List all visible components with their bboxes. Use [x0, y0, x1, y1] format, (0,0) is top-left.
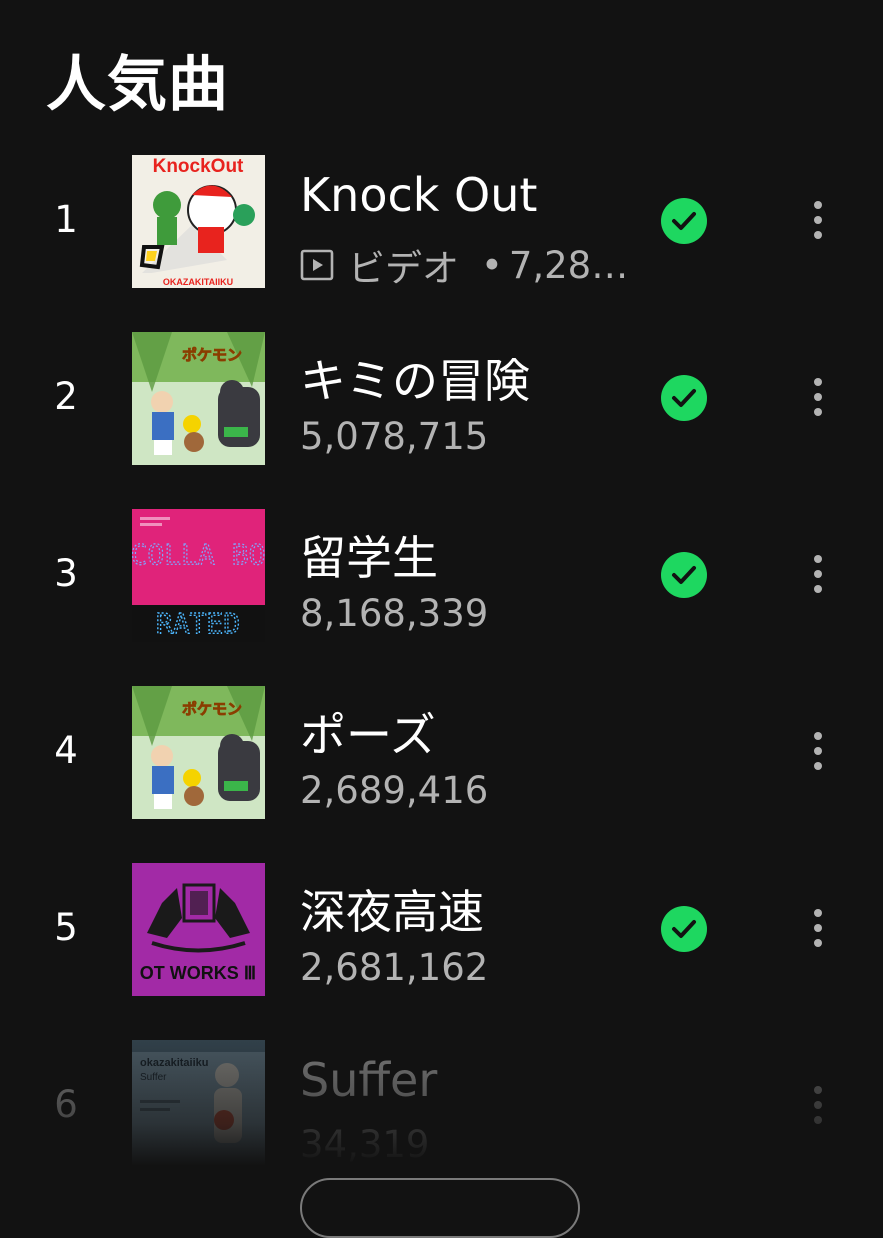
play-count: 7,28… [508, 243, 629, 287]
album-cover: ポケモン [132, 332, 265, 465]
more-options-icon[interactable] [798, 544, 838, 604]
more-options-icon[interactable] [798, 1075, 838, 1135]
track-row[interactable]: 4 ポケモン ポーズ 2,689,416 [0, 681, 883, 858]
track-row[interactable]: 2 ポケモン キミの冒険 5,078,715 [0, 327, 883, 504]
play-count: 5,078,715 [300, 415, 489, 458]
track-title: ポーズ [300, 708, 436, 762]
separator-dot: • [481, 243, 503, 287]
track-title: 深夜高速 [300, 885, 484, 939]
cover-caption: Suffer [140, 1072, 167, 1083]
track-subtitle: 2,681,162 [300, 946, 488, 989]
album-cover: COLLA BO RATED [132, 509, 265, 642]
album-cover: OT WORKS Ⅲ [132, 863, 265, 996]
track-subtitle: ビデオ • 7,28… [300, 238, 628, 292]
track-subtitle: 2,689,416 [300, 769, 488, 812]
play-count: 2,681,162 [300, 946, 489, 989]
video-icon [300, 249, 334, 281]
video-label: ビデオ [348, 247, 459, 290]
track-subtitle: 34,319 [300, 1123, 429, 1166]
cover-caption: OKAZAKITAIIKU [163, 277, 233, 287]
downloaded-check-icon [661, 375, 707, 421]
cover-caption: RATED [156, 607, 240, 640]
cover-text: okazakitaiiku [140, 1057, 208, 1069]
track-rank: 2 [54, 375, 78, 418]
play-count: 34,319 [300, 1123, 430, 1166]
cover-text: KnockOut [153, 156, 244, 177]
play-count: 2,689,416 [300, 769, 489, 812]
show-more-button[interactable] [300, 1178, 580, 1238]
track-row[interactable]: 5 OT WORKS Ⅲ 深夜高速 2,681,162 [0, 858, 883, 1035]
more-options-icon[interactable] [798, 367, 838, 427]
more-options-icon[interactable] [798, 721, 838, 781]
play-count: 8,168,339 [300, 592, 489, 635]
cover-caption: OT WORKS Ⅲ [140, 963, 256, 983]
more-options-icon[interactable] [798, 190, 838, 250]
album-cover: ポケモン [132, 686, 265, 819]
cover-text: COLLA BO [132, 538, 265, 571]
downloaded-check-icon [661, 552, 707, 598]
track-title: Suffer [300, 1053, 438, 1107]
downloaded-check-icon [661, 198, 707, 244]
track-rank: 5 [54, 906, 78, 949]
track-title: Knock Out [300, 168, 538, 222]
svg-text:ポケモン: ポケモン [182, 700, 242, 718]
popular-tracks-list: 1 KnockOut OKAZAKITAIIKU Knock Out ビデオ •… [0, 150, 883, 1212]
track-subtitle: 8,168,339 [300, 592, 488, 635]
svg-text:ポケモン: ポケモン [182, 346, 242, 364]
track-title: キミの冒険 [300, 354, 530, 408]
album-cover: KnockOut OKAZAKITAIIKU [132, 155, 265, 288]
track-rank: 4 [54, 729, 78, 772]
track-title: 留学生 [300, 531, 438, 585]
track-row[interactable]: 3 COLLA BO RATED 留学生 8,168,339 [0, 504, 883, 681]
track-rank: 6 [54, 1083, 78, 1126]
track-rank: 1 [54, 198, 78, 241]
album-cover: okazakitaiiku Suffer [132, 1040, 265, 1173]
track-subtitle: 5,078,715 [300, 415, 488, 458]
track-rank: 3 [54, 552, 78, 595]
downloaded-check-icon [661, 906, 707, 952]
section-title: 人気曲 [46, 50, 229, 120]
track-row[interactable]: 1 KnockOut OKAZAKITAIIKU Knock Out ビデオ •… [0, 150, 883, 327]
more-options-icon[interactable] [798, 898, 838, 958]
